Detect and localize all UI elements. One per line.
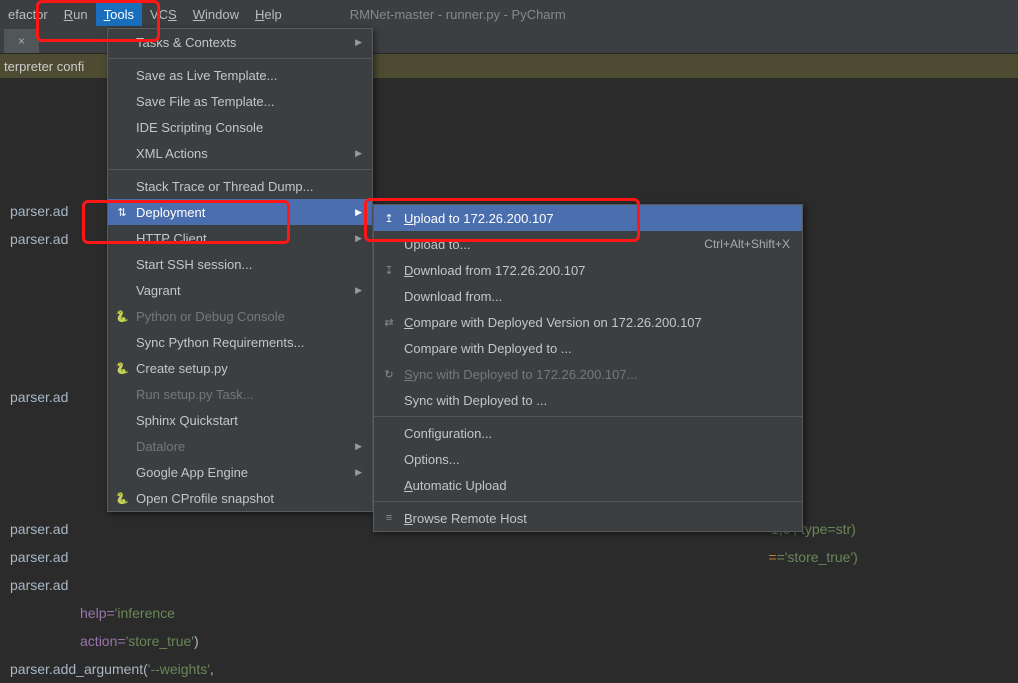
menu-item-xml-actions[interactable]: XML Actions▶ (108, 140, 372, 166)
sync-icon: ↻ (382, 367, 396, 381)
chevron-right-icon: ▶ (355, 233, 362, 244)
menu-separator (108, 58, 372, 59)
submenu-options[interactable]: Options... (374, 446, 802, 472)
tab-close[interactable]: × (4, 29, 39, 53)
chevron-right-icon: ▶ (355, 467, 362, 478)
submenu-upload-to-host[interactable]: ↥Upload to 172.26.200.107 (374, 205, 802, 231)
menu-item-save-file-template[interactable]: Save File as Template... (108, 88, 372, 114)
menu-separator (374, 416, 802, 417)
tools-menu-panel: Tasks & Contexts▶ Save as Live Template.… (107, 28, 373, 512)
menu-item-datalore: Datalore▶ (108, 433, 372, 459)
menu-window[interactable]: Window (185, 3, 247, 26)
download-icon: ↧ (382, 263, 396, 277)
menu-item-vagrant[interactable]: Vagrant▶ (108, 277, 372, 303)
menu-item-tasks-contexts[interactable]: Tasks & Contexts▶ (108, 29, 372, 55)
menu-item-stack-trace[interactable]: Stack Trace or Thread Dump... (108, 173, 372, 199)
menu-item-sync-requirements[interactable]: Sync Python Requirements... (108, 329, 372, 355)
submenu-compare-to[interactable]: Compare with Deployed to ... (374, 335, 802, 361)
menu-item-http-client[interactable]: HTTP Client▶ (108, 225, 372, 251)
deployment-submenu: ↥Upload to 172.26.200.107 Upload to...Ct… (373, 204, 803, 532)
menu-vcs[interactable]: VCS (142, 3, 185, 26)
chevron-right-icon: ▶ (355, 148, 362, 159)
menu-separator (108, 169, 372, 170)
menu-separator (374, 501, 802, 502)
submenu-download-from-host[interactable]: ↧Download from 172.26.200.107 (374, 257, 802, 283)
close-icon: × (18, 34, 25, 48)
menu-item-python-console: 🐍Python or Debug Console (108, 303, 372, 329)
upload-icon: ↥ (382, 211, 396, 225)
menu-refactor[interactable]: efactor (0, 3, 56, 26)
python-icon: 🐍 (114, 308, 130, 324)
submenu-compare-host[interactable]: ⇄Compare with Deployed Version on 172.26… (374, 309, 802, 335)
menu-item-ide-scripting[interactable]: IDE Scripting Console (108, 114, 372, 140)
shortcut-label: Ctrl+Alt+Shift+X (704, 237, 790, 251)
chevron-right-icon: ▶ (355, 441, 362, 452)
submenu-browse-remote[interactable]: ≡Browse Remote Host (374, 505, 802, 531)
menu-item-google-app-engine[interactable]: Google App Engine▶ (108, 459, 372, 485)
menu-item-create-setup[interactable]: 🐍Create setup.py (108, 355, 372, 381)
menu-item-save-live-template[interactable]: Save as Live Template... (108, 62, 372, 88)
menu-item-ssh-session[interactable]: Start SSH session... (108, 251, 372, 277)
deployment-icon: ⇅ (114, 204, 130, 220)
list-icon: ≡ (382, 511, 396, 525)
compare-icon: ⇄ (382, 315, 396, 329)
submenu-sync-host: ↻Sync with Deployed to 172.26.200.107... (374, 361, 802, 387)
menubar: efactor Run Tools VCS Window Help RMNet-… (0, 0, 1018, 28)
chevron-right-icon: ▶ (355, 37, 362, 48)
submenu-upload-to[interactable]: Upload to...Ctrl+Alt+Shift+X (374, 231, 802, 257)
menu-item-cprofile[interactable]: 🐍Open CProfile snapshot (108, 485, 372, 511)
window-title: RMNet-master - runner.py - PyCharm (350, 7, 566, 22)
submenu-download-from[interactable]: Download from... (374, 283, 802, 309)
menu-item-deployment[interactable]: ⇅Deployment▶ (108, 199, 372, 225)
submenu-configuration[interactable]: Configuration... (374, 420, 802, 446)
menu-item-run-setup: Run setup.py Task... (108, 381, 372, 407)
menu-item-sphinx[interactable]: Sphinx Quickstart (108, 407, 372, 433)
menu-tools[interactable]: Tools (96, 3, 142, 26)
chevron-right-icon: ▶ (355, 207, 362, 218)
python-icon: 🐍 (114, 360, 130, 376)
menu-run[interactable]: Run (56, 3, 96, 26)
python-icon: 🐍 (114, 490, 130, 506)
menu-help[interactable]: Help (247, 3, 290, 26)
chevron-right-icon: ▶ (355, 285, 362, 296)
submenu-sync-to[interactable]: Sync with Deployed to ... (374, 387, 802, 413)
submenu-auto-upload[interactable]: Automatic Upload (374, 472, 802, 498)
